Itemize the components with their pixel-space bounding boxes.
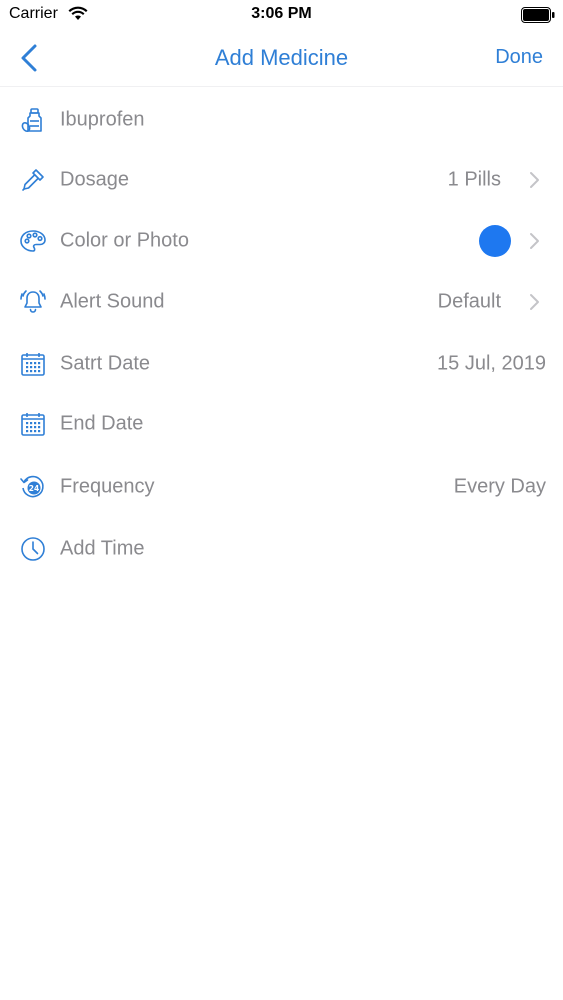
clock-24-icon: 24 xyxy=(18,472,48,502)
status-bar: Carrier 3:06 PM xyxy=(0,0,563,30)
dosage-row[interactable]: Dosage 1 Pills xyxy=(0,152,563,208)
frequency-label: Frequency xyxy=(60,475,155,498)
start-date-row[interactable]: Satrt Date 15 Jul, 2019 xyxy=(0,336,563,392)
alert-sound-label: Alert Sound xyxy=(60,290,165,313)
calendar-icon xyxy=(18,409,48,439)
alert-sound-value: Default xyxy=(437,290,501,313)
battery-icon xyxy=(521,7,555,23)
clock-icon xyxy=(18,534,48,564)
page-title: Add Medicine xyxy=(214,45,349,70)
chevron-right-icon xyxy=(530,172,539,188)
medicine-name-label: Ibuprofen xyxy=(60,108,145,131)
palette-icon xyxy=(18,226,48,256)
selected-color-swatch[interactable] xyxy=(479,225,511,257)
medicine-name-row[interactable]: Ibuprofen xyxy=(0,92,563,148)
bell-icon xyxy=(18,287,48,317)
color-photo-row[interactable]: Color or Photo xyxy=(0,213,563,269)
add-time-row[interactable]: Add Time xyxy=(0,521,563,577)
status-time: 3:06 PM xyxy=(251,5,312,22)
calendar-icon xyxy=(18,349,48,379)
add-time-label: Add Time xyxy=(60,537,145,560)
chevron-right-icon xyxy=(530,294,539,310)
navigation-bar: Add Medicine Done xyxy=(0,30,563,87)
done-button[interactable]: Done xyxy=(495,46,543,69)
dosage-value: 1 Pills xyxy=(447,168,501,191)
end-date-label: End Date xyxy=(60,412,144,435)
dosage-label: Dosage xyxy=(60,168,129,191)
dropper-icon xyxy=(18,165,48,195)
alert-sound-row[interactable]: Alert Sound Default xyxy=(0,274,563,330)
frequency-row[interactable]: 24 Frequency Every Day xyxy=(0,459,563,515)
svg-text:24: 24 xyxy=(29,484,39,493)
color-photo-label: Color or Photo xyxy=(60,229,189,252)
medicine-bottle-icon xyxy=(18,105,48,135)
start-date-label: Satrt Date xyxy=(60,352,151,375)
start-date-value: 15 Jul, 2019 xyxy=(437,352,546,375)
chevron-right-icon xyxy=(530,233,539,249)
frequency-value: Every Day xyxy=(453,475,546,498)
end-date-row[interactable]: End Date xyxy=(0,396,563,452)
